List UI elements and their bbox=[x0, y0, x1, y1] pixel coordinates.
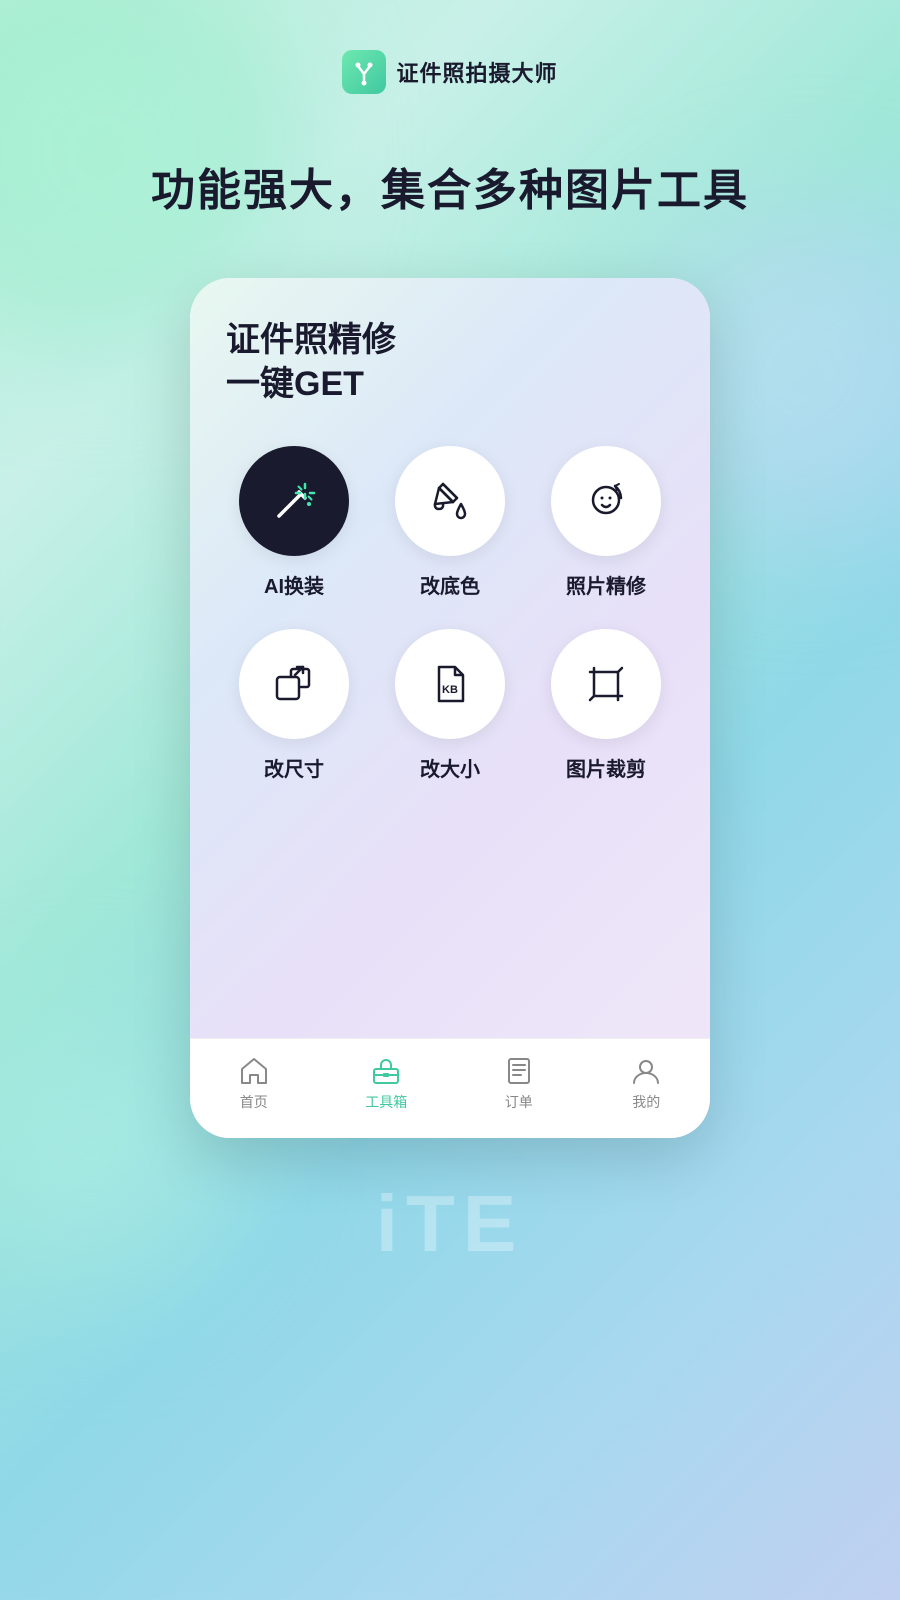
tool-label-ai-outfit: AI换装 bbox=[264, 570, 324, 599]
bottom-ite-text: iTE bbox=[376, 1178, 524, 1270]
tool-label-filesize: 改大小 bbox=[420, 753, 480, 782]
nav-item-home[interactable]: 首页 bbox=[238, 1055, 270, 1112]
screen-title: 证件照精修 一键GET bbox=[226, 318, 674, 406]
tool-icon-resize bbox=[239, 629, 349, 739]
nav-item-toolbox[interactable]: 工具箱 bbox=[365, 1055, 407, 1112]
main-heading: 功能强大，集合多种图片工具 bbox=[0, 154, 900, 218]
bottom-nav: 首页 工具箱 bbox=[190, 1038, 710, 1138]
tool-label-resize: 改尺寸 bbox=[264, 753, 324, 782]
tool-icon-filesize: KB bbox=[395, 629, 505, 739]
phone-screen: 证件照精修 一键GET bbox=[190, 278, 710, 1138]
nav-label-orders: 订单 bbox=[505, 1092, 533, 1112]
orders-icon bbox=[503, 1055, 535, 1087]
tool-label-crop: 图片裁剪 bbox=[566, 753, 646, 782]
bottom-text-area: iTE bbox=[0, 1178, 900, 1270]
home-icon bbox=[238, 1055, 270, 1087]
tool-icon-retouch bbox=[551, 446, 661, 556]
tool-item-resize[interactable]: 改尺寸 bbox=[226, 629, 362, 782]
tool-label-change-bg: 改底色 bbox=[420, 570, 480, 599]
app-header: 证件照拍摄大师 bbox=[0, 0, 900, 94]
tool-item-ai-outfit[interactable]: AI换装 bbox=[226, 446, 362, 599]
tool-icon-crop bbox=[551, 629, 661, 739]
tool-icon-change-bg bbox=[395, 446, 505, 556]
nav-item-orders[interactable]: 订单 bbox=[503, 1055, 535, 1112]
nav-label-toolbox: 工具箱 bbox=[365, 1092, 407, 1112]
phone-mockup: 证件照精修 一键GET bbox=[190, 278, 710, 1138]
tool-item-retouch[interactable]: 照片精修 bbox=[538, 446, 674, 599]
tool-item-filesize[interactable]: KB 改大小 bbox=[382, 629, 518, 782]
nav-label-home: 首页 bbox=[240, 1092, 268, 1112]
tool-item-change-bg[interactable]: 改底色 bbox=[382, 446, 518, 599]
tool-icon-ai-outfit bbox=[239, 446, 349, 556]
app-name-label: 证件照拍摄大师 bbox=[396, 56, 557, 88]
phone-mockup-wrapper: 证件照精修 一键GET bbox=[0, 278, 900, 1138]
screen-title-line2: 一键GET bbox=[226, 362, 674, 406]
tool-label-retouch: 照片精修 bbox=[566, 570, 646, 599]
nav-item-mine[interactable]: 我的 bbox=[630, 1055, 662, 1112]
svg-text:KB: KB bbox=[442, 684, 458, 696]
tool-grid: AI换装 bbox=[226, 446, 674, 782]
app-icon bbox=[342, 50, 386, 94]
tool-item-crop[interactable]: 图片裁剪 bbox=[538, 629, 674, 782]
nav-label-mine: 我的 bbox=[632, 1092, 660, 1112]
toolbox-icon bbox=[370, 1055, 402, 1087]
screen-title-line1: 证件照精修 bbox=[226, 318, 674, 362]
mine-icon bbox=[630, 1055, 662, 1087]
